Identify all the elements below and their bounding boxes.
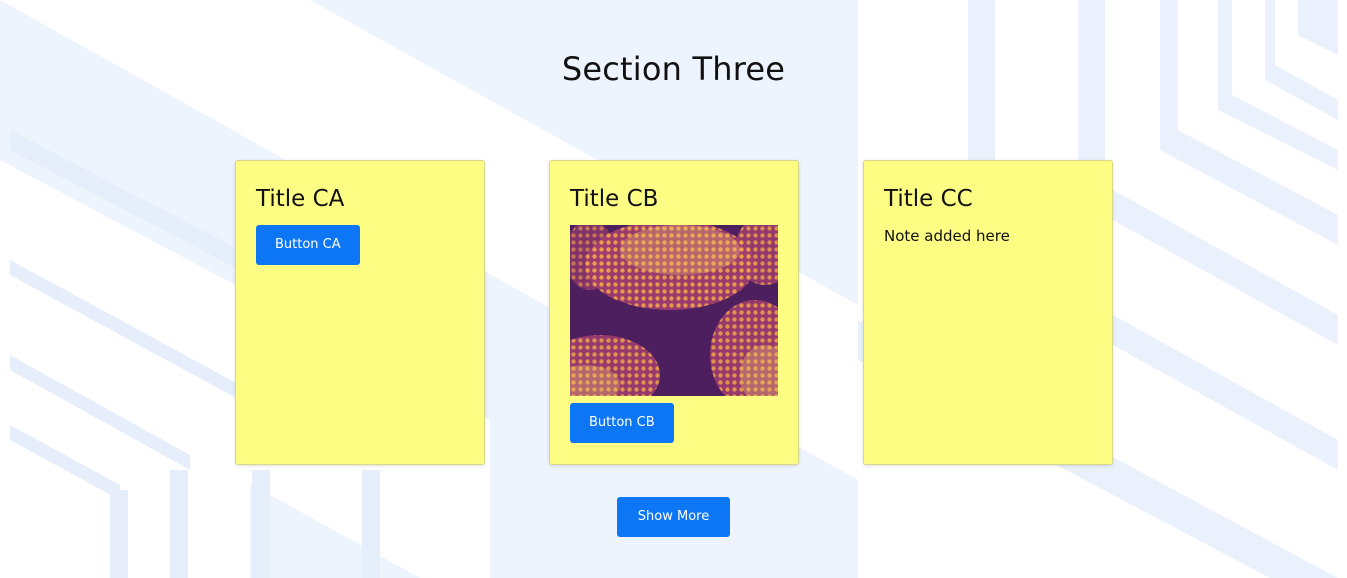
card-title: Title CB (570, 186, 659, 212)
section-title: Section Three (561, 50, 786, 88)
card-image (570, 225, 778, 396)
card-list: Title CA Button CA Title CB Button CB Ti… (235, 160, 1113, 465)
card-ca: Title CA Button CA (235, 160, 485, 465)
button-ca[interactable]: Button CA (256, 225, 360, 265)
card-note: Note added here (884, 227, 1010, 245)
button-cb[interactable]: Button CB (570, 403, 674, 443)
card-title: Title CA (256, 186, 345, 212)
card-title: Title CC (884, 186, 973, 212)
card-cc: Title CC Note added here (863, 160, 1113, 465)
card-cb: Title CB Button CB (549, 160, 799, 465)
show-more-button[interactable]: Show More (617, 497, 730, 537)
